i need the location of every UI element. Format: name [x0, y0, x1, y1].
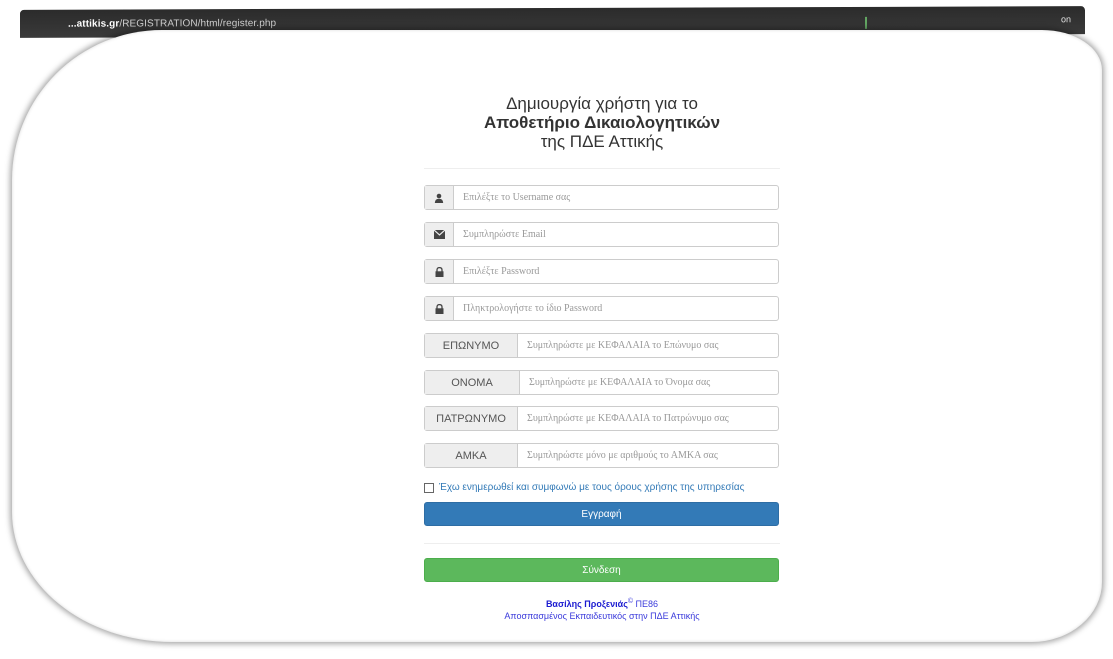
surname-field[interactable]: ΕΠΩΝΥΜΟ [424, 333, 779, 358]
tab-indicator [865, 16, 867, 29]
divider [424, 168, 780, 169]
lock-icon [425, 297, 454, 320]
amka-label: ΑΜΚΑ [425, 444, 518, 467]
title-line-2: Αποθετήριο Δικαιολογητικών [483, 113, 721, 132]
browser-right-text: on [1060, 14, 1071, 25]
terms-checkbox[interactable] [424, 482, 434, 493]
surname-input[interactable] [518, 334, 778, 357]
author-position: Αποσπασμένος Εκπαιδευτικός στην ΠΔΕ Αττι… [504, 611, 700, 621]
terms-checkbox-row[interactable]: Έχω ενημερωθεί και συμφωνώ με τους όρους… [424, 482, 744, 493]
author-name: Βασίλης Προξενιάς [545, 599, 628, 609]
firstname-label: ΟΝΟΜΑ [425, 371, 520, 394]
firstname-field[interactable]: ΟΝΟΜΑ [424, 370, 779, 395]
registration-form: Δημιουργία χρήστη για το Αποθετήριο Δικα… [424, 94, 780, 621]
firstname-input[interactable] [520, 371, 778, 394]
fathername-input[interactable] [518, 407, 778, 430]
password-field[interactable] [424, 259, 779, 284]
password-repeat-field[interactable] [424, 296, 779, 321]
title-line-3: της ΠΔΕ Αττικής [540, 132, 664, 151]
author-role: ΠΕ86 [633, 599, 659, 609]
password-input[interactable] [454, 260, 778, 283]
user-icon [425, 186, 454, 209]
password-repeat-input[interactable] [454, 297, 778, 320]
terms-label[interactable]: Έχω ενημερωθεί και συμφωνώ με τους όρους… [439, 482, 744, 493]
lock-icon [425, 260, 454, 283]
url-text[interactable]: ...attikis.gr/REGISTRATION/html/register… [68, 18, 276, 30]
register-button[interactable]: Εγγραφή [424, 502, 779, 526]
fathername-field[interactable]: ΠΑΤΡΩΝΥΜΟ [424, 406, 779, 431]
amka-field[interactable]: ΑΜΚΑ [424, 443, 779, 468]
page-title: Δημιουργία χρήστη για το Αποθετήριο Δικα… [424, 94, 780, 152]
surname-label: ΕΠΩΝΥΜΟ [425, 334, 518, 357]
login-button[interactable]: Σύνδεση [424, 558, 779, 582]
footer: Βασίλης Προξενιάς© ΠΕ86 Αποσπασμένος Εκπ… [424, 596, 780, 622]
email-field[interactable] [424, 222, 779, 247]
fathername-label: ΠΑΤΡΩΝΥΜΟ [425, 407, 518, 430]
username-input[interactable] [454, 186, 778, 209]
amka-input[interactable] [518, 444, 778, 467]
email-input[interactable] [454, 223, 778, 246]
divider [424, 543, 780, 544]
envelope-icon [425, 223, 454, 246]
title-line-1: Δημιουργία χρήστη για το [506, 94, 698, 113]
username-field[interactable] [424, 185, 779, 210]
